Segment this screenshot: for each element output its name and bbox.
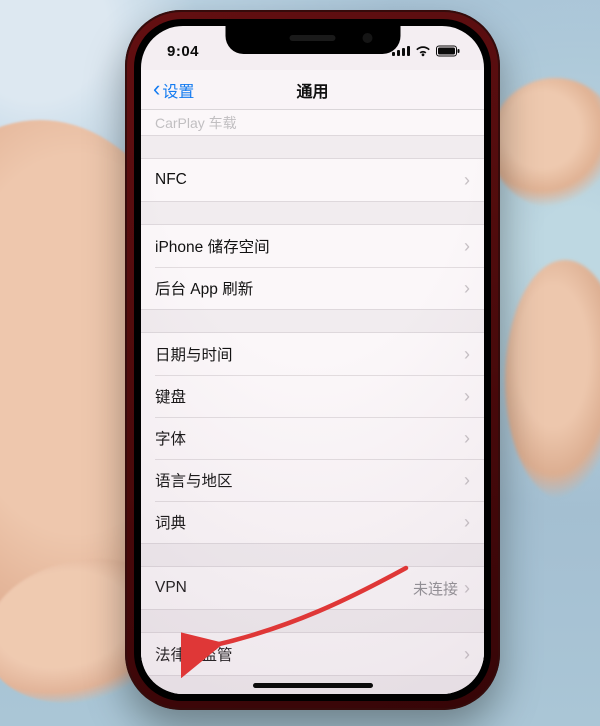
row-date-time[interactable]: 日期与时间 › (141, 333, 484, 375)
chevron-right-icon: › (464, 386, 470, 407)
chevron-right-icon: › (464, 644, 470, 665)
phone-body: 9:04 ‹ 设置 (125, 10, 500, 710)
front-camera (362, 33, 372, 43)
settings-group: NFC › (141, 158, 484, 202)
row-label: 字体 (155, 427, 464, 449)
row-label: 语言与地区 (155, 469, 464, 491)
chevron-right-icon: › (464, 578, 470, 599)
list-item-truncated[interactable]: CarPlay 车载 (141, 110, 484, 136)
settings-group: 日期与时间 › 键盘 › 字体 › 语言与地区 › (141, 332, 484, 544)
page-title: 通用 (296, 78, 328, 102)
settings-group: iPhone 储存空间 › 后台 App 刷新 › (141, 224, 484, 310)
row-label: iPhone 储存空间 (155, 235, 464, 257)
row-background-app-refresh[interactable]: 后台 App 刷新 › (141, 267, 484, 309)
chevron-right-icon: › (464, 512, 470, 533)
row-label: VPN (155, 579, 413, 597)
chevron-right-icon: › (464, 470, 470, 491)
row-language-region[interactable]: 语言与地区 › (141, 459, 484, 501)
chevron-left-icon: ‹ (153, 78, 160, 100)
home-indicator[interactable] (253, 683, 373, 688)
row-label: NFC (155, 171, 464, 189)
chevron-right-icon: › (464, 236, 470, 257)
row-fonts[interactable]: 字体 › (141, 417, 484, 459)
list-item-label: CarPlay 车载 (155, 113, 237, 133)
hand-finger (505, 260, 600, 500)
chevron-right-icon: › (464, 344, 470, 365)
wifi-icon (415, 45, 431, 57)
row-vpn[interactable]: VPN 未连接 › (141, 567, 484, 609)
chevron-right-icon: › (464, 278, 470, 299)
chevron-right-icon: › (464, 428, 470, 449)
status-right-cluster (392, 45, 460, 57)
row-label: 日期与时间 (155, 343, 464, 365)
row-label: 键盘 (155, 385, 464, 407)
earpiece (290, 35, 336, 41)
hand-finger (490, 78, 600, 208)
phone-screen: 9:04 ‹ 设置 (141, 26, 484, 694)
back-button[interactable]: ‹ 设置 (147, 70, 200, 109)
status-time: 9:04 (167, 43, 199, 60)
row-label: 后台 App 刷新 (155, 277, 464, 299)
row-dictionary[interactable]: 词典 › (141, 501, 484, 543)
row-detail: 未连接 (413, 578, 458, 599)
scene-photo: 9:04 ‹ 设置 (0, 0, 600, 726)
settings-group: 法律与监管 › (141, 632, 484, 676)
row-legal-regulatory[interactable]: 法律与监管 › (141, 633, 484, 675)
display-notch (225, 26, 400, 54)
row-iphone-storage[interactable]: iPhone 储存空间 › (141, 225, 484, 267)
row-nfc[interactable]: NFC › (141, 159, 484, 201)
settings-group: VPN 未连接 › (141, 566, 484, 610)
back-button-label: 设置 (162, 78, 194, 102)
navigation-bar: ‹ 设置 通用 (141, 70, 484, 110)
settings-list[interactable]: CarPlay 车载 NFC › iPhone 储存空间 › (141, 110, 484, 694)
row-label: 法律与监管 (155, 643, 464, 665)
chevron-right-icon: › (464, 170, 470, 191)
row-label: 词典 (155, 511, 464, 533)
row-keyboard[interactable]: 键盘 › (141, 375, 484, 417)
battery-icon (436, 45, 460, 57)
